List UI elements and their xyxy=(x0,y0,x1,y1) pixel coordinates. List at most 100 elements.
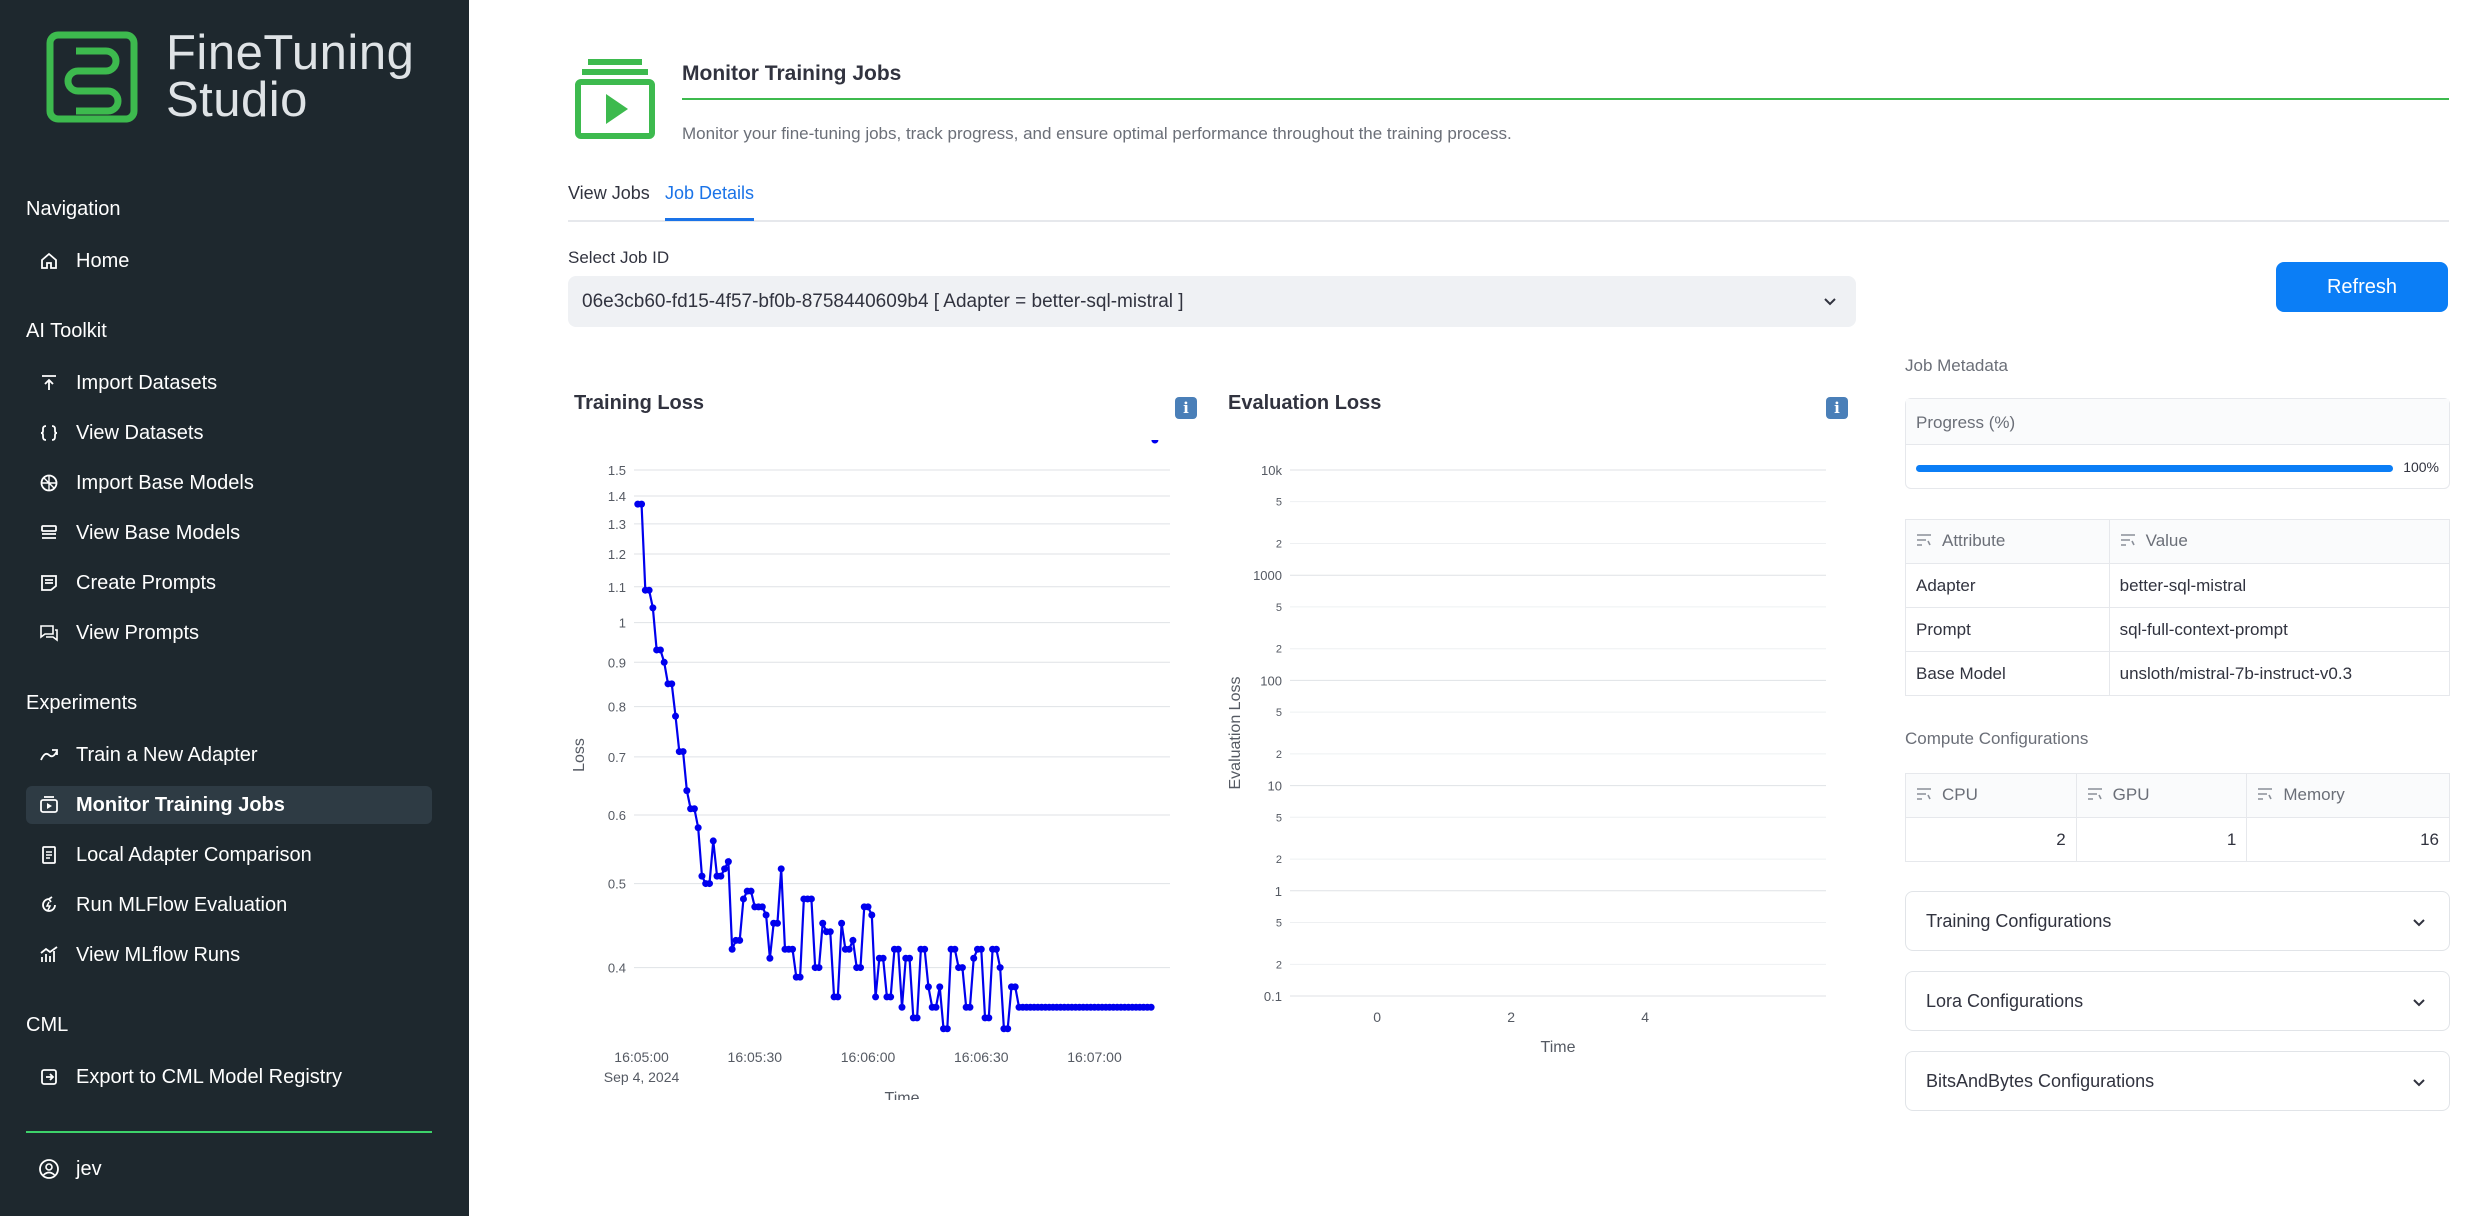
data-point xyxy=(943,1025,951,1033)
job-select-label: Select Job ID xyxy=(568,248,670,267)
sidebar-item-import-datasets[interactable]: Import Datasets xyxy=(26,364,432,402)
y-minor-tick-label: 5 xyxy=(1276,812,1282,824)
table-row: Prompt sql-full-context-prompt xyxy=(1905,607,2451,652)
expander-lora-configurations[interactable]: Lora Configurations xyxy=(1905,971,2450,1031)
data-point xyxy=(649,604,657,612)
y-minor-tick-label: 2 xyxy=(1276,644,1282,656)
x-tick-label: 2 xyxy=(1507,1009,1515,1025)
expander-bitsandbytes-configurations[interactable]: BitsAndBytes Configurations xyxy=(1905,1051,2450,1111)
data-point xyxy=(690,805,698,813)
compute-config-label: Compute Configurations xyxy=(1905,729,2089,748)
compare-doc-icon xyxy=(38,844,60,866)
data-point xyxy=(777,865,785,873)
data-point xyxy=(660,658,668,666)
data-point xyxy=(762,911,770,919)
nav-section-cml: CML xyxy=(26,1014,69,1036)
data-point xyxy=(789,945,797,953)
data-point xyxy=(694,824,702,832)
sidebar-item-label: Import Base Models xyxy=(76,471,254,494)
sidebar-item-local-adapter-comparison[interactable]: Local Adapter Comparison xyxy=(26,836,432,874)
sidebar-item-view-mlflow-runs[interactable]: View MLflow Runs xyxy=(26,936,432,974)
data-point xyxy=(721,865,729,873)
sidebar-user[interactable]: jev xyxy=(26,1150,432,1188)
sidebar-item-view-prompts[interactable]: View Prompts xyxy=(26,614,432,652)
sidebar-item-label: Local Adapter Comparison xyxy=(76,843,312,866)
progress-table: Progress (%) 100% xyxy=(1905,398,2450,489)
main-content: Monitor Training Jobs Monitor your fine-… xyxy=(469,0,2477,1216)
column-header-gpu[interactable]: GPU xyxy=(2075,773,2248,818)
data-point xyxy=(645,586,653,594)
sidebar-item-export-cml[interactable]: Export to CML Model Registry xyxy=(26,1058,432,1096)
data-point xyxy=(856,964,864,972)
data-point xyxy=(717,872,725,880)
job-id-select[interactable]: 06e3cb60-fd15-4f57-bf0b-8758440609b4 [ A… xyxy=(568,276,1856,327)
chat-icon xyxy=(38,622,60,644)
data-point xyxy=(992,945,1000,953)
sidebar-item-train-adapter[interactable]: Train a New Adapter xyxy=(26,736,432,774)
data-point xyxy=(705,880,713,888)
y-minor-tick-label: 2 xyxy=(1276,749,1282,761)
y-tick-label: 1.2 xyxy=(608,547,626,562)
y-minor-tick-label: 5 xyxy=(1276,707,1282,719)
sidebar-item-view-base-models[interactable]: View Base Models xyxy=(26,514,432,552)
data-point xyxy=(985,1014,993,1022)
progress-value: 100% xyxy=(2403,459,2439,475)
data-point xyxy=(977,945,985,953)
y-tick-label: 1.3 xyxy=(608,517,626,532)
data-point xyxy=(815,964,823,972)
data-point xyxy=(826,928,834,936)
trend-arrow-icon xyxy=(38,744,60,766)
sidebar-item-monitor-training-jobs[interactable]: Monitor Training Jobs xyxy=(26,786,432,824)
sidebar-divider xyxy=(26,1131,432,1133)
sort-lines-icon xyxy=(1916,786,1932,806)
sidebar-item-run-mlflow-evaluation[interactable]: Run MLFlow Evaluation xyxy=(26,886,432,924)
y-minor-tick-label: 5 xyxy=(1276,602,1282,614)
info-icon[interactable]: i xyxy=(1175,397,1197,419)
sort-lines-icon xyxy=(2087,786,2103,806)
braces-icon xyxy=(38,422,60,444)
data-point xyxy=(656,646,664,654)
progress-bar-fill xyxy=(1916,465,2393,472)
tab-job-details[interactable]: Job Details xyxy=(665,183,755,221)
data-point xyxy=(724,858,732,866)
y-tick-label: 1.1 xyxy=(608,580,626,595)
data-point xyxy=(668,680,676,688)
column-header-attribute[interactable]: Attribute xyxy=(1905,519,2110,564)
home-icon xyxy=(38,250,60,272)
expander-training-configurations[interactable]: Training Configurations xyxy=(1905,891,2450,951)
data-point xyxy=(913,1014,921,1022)
data-point xyxy=(834,993,842,1001)
tab-view-jobs[interactable]: View Jobs xyxy=(568,183,650,218)
upload-icon xyxy=(38,372,60,394)
tab-bar: View Jobs Job Details xyxy=(568,180,2449,222)
page-subtitle: Monitor your fine-tuning jobs, track pro… xyxy=(682,124,1512,143)
training-loss-title: Training Loss xyxy=(574,392,705,414)
column-header-cpu[interactable]: CPU xyxy=(1905,773,2077,818)
data-point xyxy=(906,954,914,962)
sidebar-item-home[interactable]: Home xyxy=(26,242,432,280)
sort-lines-icon xyxy=(2120,532,2136,552)
sidebar-item-label: Monitor Training Jobs xyxy=(76,793,285,816)
data-point xyxy=(838,919,846,927)
data-point xyxy=(924,983,932,991)
chevron-down-icon xyxy=(2409,912,2429,937)
sidebar: FineTuning Studio Navigation Home AI Too… xyxy=(0,0,469,1216)
refresh-button[interactable]: Refresh xyxy=(2276,262,2448,312)
x-tick-label: 16:07:00 xyxy=(1067,1049,1122,1065)
sidebar-item-create-prompts[interactable]: Create Prompts xyxy=(26,564,432,602)
column-header-memory[interactable]: Memory xyxy=(2246,773,2450,818)
y-tick-label: 1.4 xyxy=(608,489,626,504)
app-logo[interactable]: FineTuning Studio xyxy=(46,29,414,125)
finetuning-logo-icon xyxy=(46,31,138,123)
column-header-value[interactable]: Value xyxy=(2108,519,2451,564)
data-point xyxy=(709,837,717,845)
x-axis-label: Time xyxy=(885,1090,920,1100)
info-icon[interactable]: i xyxy=(1826,397,1848,419)
x-tick-label: 0 xyxy=(1373,1009,1381,1025)
sort-lines-icon xyxy=(1916,532,1932,552)
note-icon xyxy=(38,572,60,594)
sidebar-item-view-datasets[interactable]: View Datasets xyxy=(26,414,432,452)
page-title: Monitor Training Jobs xyxy=(682,62,902,85)
data-point xyxy=(921,945,929,953)
sidebar-item-import-base-models[interactable]: Import Base Models xyxy=(26,464,432,502)
